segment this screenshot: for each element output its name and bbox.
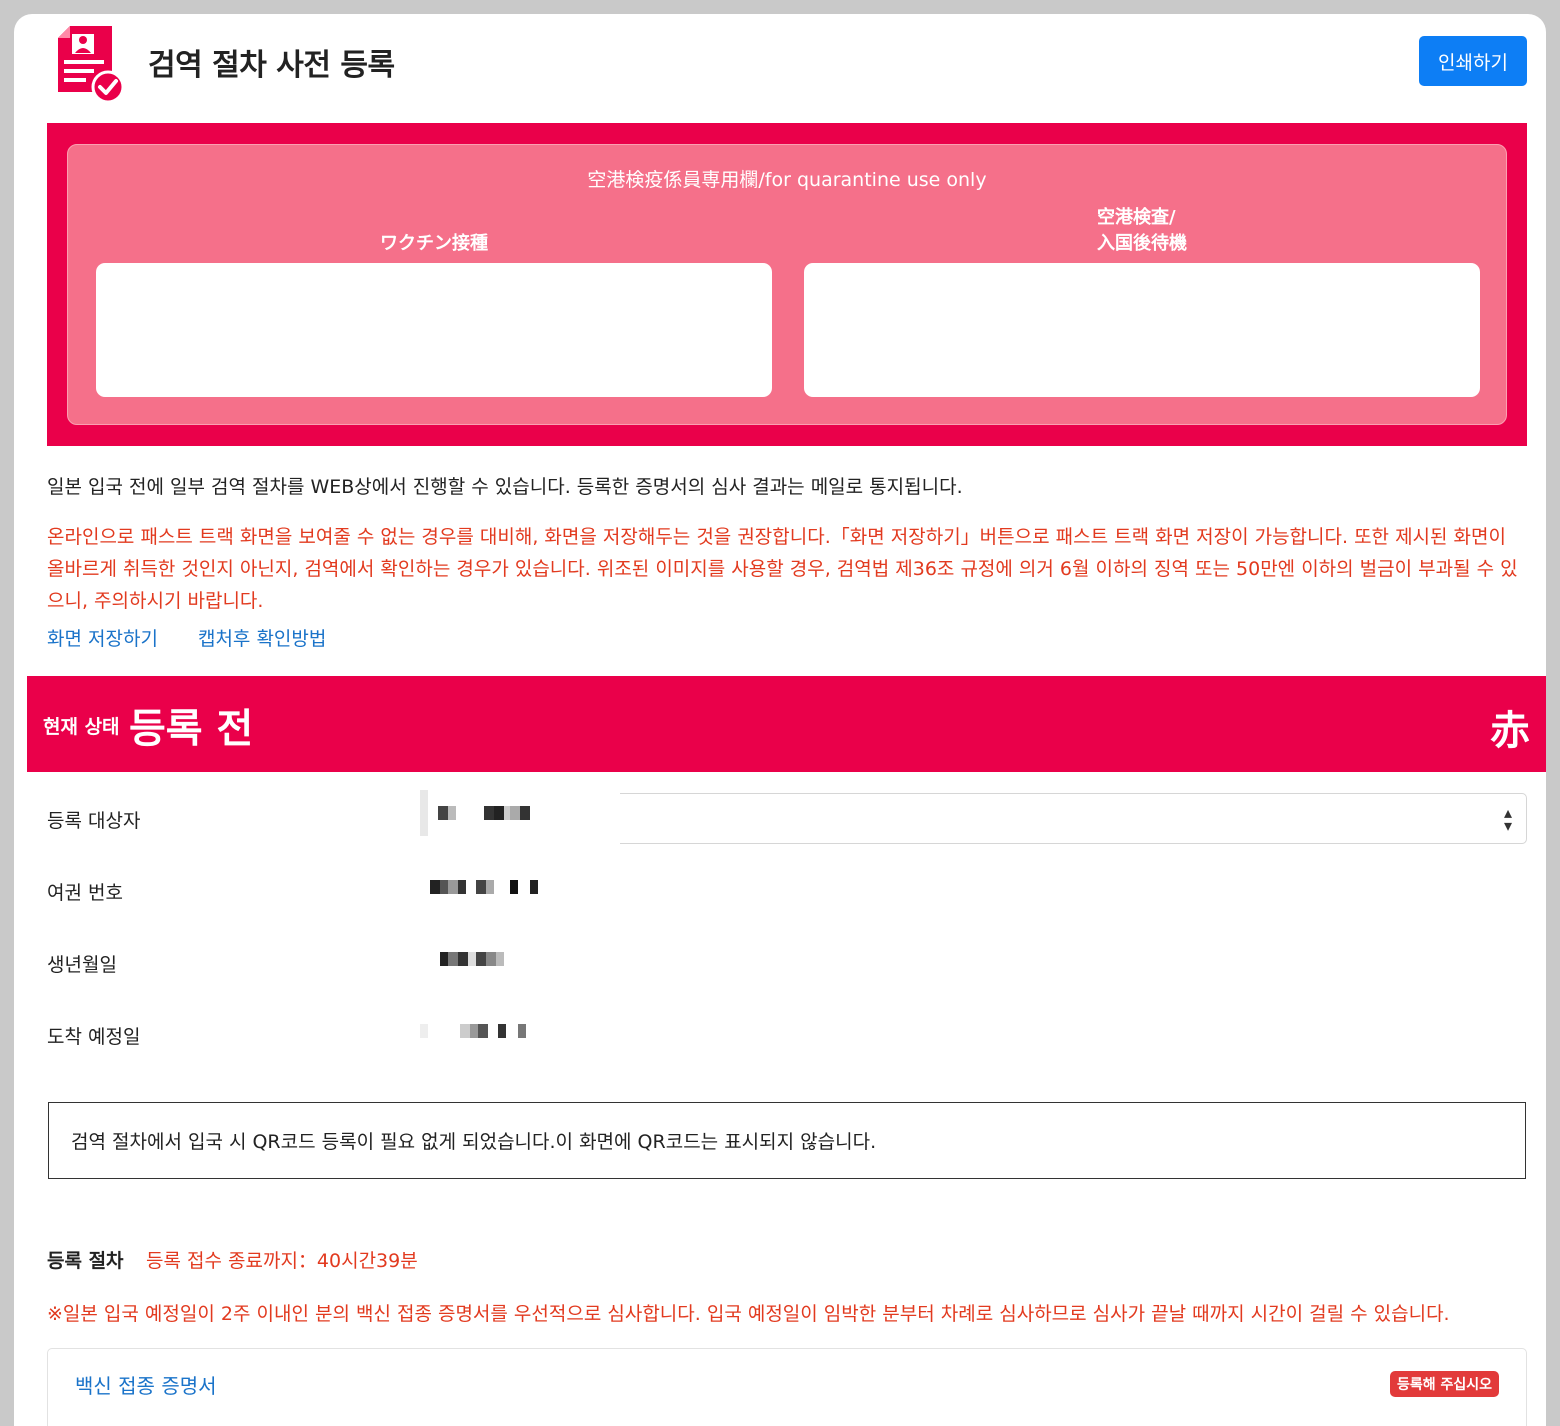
save-screen-link[interactable]: 화면 저장하기 bbox=[47, 628, 158, 650]
passport-label: 여권 번호 bbox=[47, 882, 123, 904]
registration-document-icon bbox=[54, 24, 128, 104]
airport-test-column: 空港検査/ 入国後待機 bbox=[804, 205, 1480, 397]
vaccine-certificate-card[interactable]: 백신 접종 증명서 등록해 주십시오 bbox=[47, 1348, 1527, 1426]
action-links: 화면 저장하기 캡처후 확인방법 bbox=[47, 624, 360, 651]
procedure-label: 등록 절차 bbox=[47, 1250, 124, 1272]
intro-text: 일본 입국 전에 일부 검역 절차를 WEB상에서 진행할 수 있습니다. 등록… bbox=[47, 476, 963, 498]
print-button[interactable]: 인쇄하기 bbox=[1419, 36, 1527, 86]
vaccination-column: ワクチン接種 bbox=[96, 205, 772, 397]
registration-required-badge: 등록해 주십시오 bbox=[1389, 1371, 1499, 1397]
status-banner: 현재 상태 등록 전 赤 bbox=[27, 676, 1546, 772]
status-color-indicator: 赤 bbox=[1490, 708, 1530, 754]
vaccination-label: ワクチン接種 bbox=[96, 205, 772, 263]
vaccine-certificate-link[interactable]: 백신 접종 증명서 bbox=[75, 1370, 217, 1399]
arrival-date-redacted bbox=[420, 1020, 526, 1042]
registrant-select[interactable]: ▴ ▾ bbox=[620, 793, 1527, 844]
airport-test-label: 空港検査/ 入国後待機 bbox=[804, 205, 1480, 263]
airport-test-stamp-box bbox=[804, 263, 1480, 397]
status-value: 등록 전 bbox=[129, 706, 254, 752]
registrant-label: 등록 대상자 bbox=[47, 810, 141, 832]
page-title: 검역 절차 사전 등록 bbox=[148, 48, 395, 83]
registrant-name-redacted bbox=[420, 790, 530, 836]
qr-notice-box: 검역 절차에서 입국 시 QR코드 등록이 필요 없게 되었습니다.이 화면에 … bbox=[48, 1102, 1526, 1179]
capture-howto-link[interactable]: 캡처후 확인방법 bbox=[198, 628, 326, 650]
page-header: 검역 절차 사전 등록 인쇄하기 bbox=[14, 14, 1546, 122]
arrival-date-label: 도착 예정일 bbox=[47, 1026, 141, 1048]
priority-note: ※일본 입국 예정일이 2주 이내인 분의 백신 접종 증명서를 우선적으로 심… bbox=[47, 1303, 1450, 1325]
airport-test-label-line2: 入国後待機 bbox=[1097, 233, 1187, 254]
quarantine-panel: 空港検疫係員専用欄/for quarantine use only ワクチン接種… bbox=[67, 144, 1507, 425]
deadline-countdown: 등록 접수 종료까지：40시간39분 bbox=[146, 1250, 418, 1272]
app-window: 검역 절차 사전 등록 인쇄하기 空港検疫係員専用欄/for quarantin… bbox=[14, 14, 1546, 1426]
quarantine-section: 空港検疫係員専用欄/for quarantine use only ワクチン接種… bbox=[47, 123, 1527, 446]
birthdate-redacted bbox=[440, 948, 504, 970]
status-label: 현재 상태 bbox=[43, 716, 120, 738]
vaccination-label-text: ワクチン接種 bbox=[380, 233, 488, 254]
vaccination-stamp-box bbox=[96, 263, 772, 397]
warning-text: 온라인으로 패스트 트랙 화면을 보여줄 수 없는 경우를 대비해, 화면을 저… bbox=[47, 526, 1518, 612]
qr-notice-text: 검역 절차에서 입국 시 QR코드 등록이 필요 없게 되었습니다.이 화면에 … bbox=[71, 1131, 877, 1153]
select-updown-icon: ▴ ▾ bbox=[1503, 803, 1512, 835]
birthdate-label: 생년월일 bbox=[47, 954, 117, 976]
airport-test-label-line1: 空港検査/ bbox=[1097, 207, 1176, 228]
quarantine-title: 空港検疫係員専用欄/for quarantine use only bbox=[587, 169, 987, 191]
passport-number-redacted bbox=[430, 876, 538, 898]
